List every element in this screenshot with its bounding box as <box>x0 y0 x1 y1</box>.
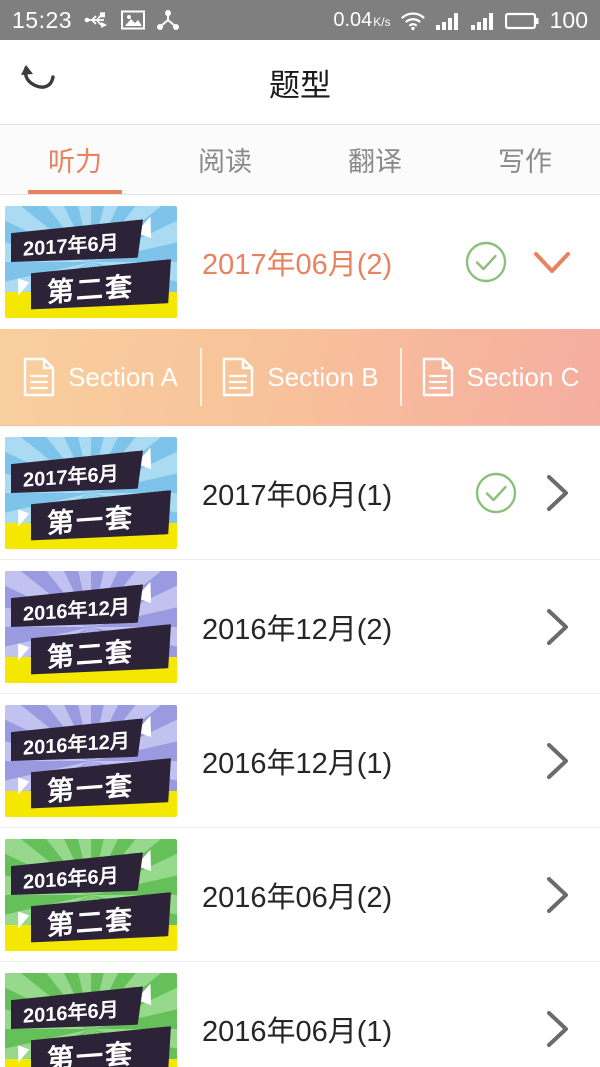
thumbnail-set: 第一套 <box>31 758 171 812</box>
thumbnail-set: 第一套 <box>31 490 171 544</box>
status-left-icons <box>84 9 180 31</box>
section-item-b[interactable]: Section B <box>200 357 400 397</box>
exam-row-actions <box>464 240 600 284</box>
exam-thumbnail: 2016年12月 第二套 <box>5 570 177 683</box>
signal-bars-icon <box>470 12 493 30</box>
data-rate: 0.04 K/s <box>333 9 390 32</box>
tab-bar: 听力 阅读 翻译 写作 <box>0 125 600 195</box>
exam-row[interactable]: 2016年12月 第二套 2016年12月(2) <box>0 560 600 694</box>
tab-writing[interactable]: 写作 <box>450 125 600 194</box>
document-icon <box>223 357 254 397</box>
chevron-right-icon <box>547 1010 568 1047</box>
data-rate-value: 0.04 <box>333 8 373 31</box>
exam-list: 2017年6月 第二套 2017年06月(2) Section A Section BS… <box>0 195 600 1067</box>
thumbnail-set: 第二套 <box>31 624 171 678</box>
signal-bars-icon <box>435 12 458 30</box>
thumbnail-year: 2016年6月 <box>11 852 143 899</box>
exam-row[interactable]: 2016年6月 第一套 2016年06月(1) <box>0 962 600 1067</box>
thumbnail-year: 2017年6月 <box>11 450 143 497</box>
exam-label: 2017年06月(2) <box>202 249 393 281</box>
exam-row-actions <box>474 739 600 783</box>
exam-row-actions <box>474 605 600 649</box>
check-placeholder <box>474 1007 518 1051</box>
thumbnail-set: 第二套 <box>31 892 171 946</box>
section-label: Section B <box>267 361 379 392</box>
document-icon <box>23 357 55 397</box>
tab-label: 听力 <box>48 147 102 177</box>
status-bar: 15:23 0.04 K/s 100 <box>0 0 600 40</box>
exam-thumbnail: 2017年6月 第二套 <box>5 206 177 318</box>
sections-strip: Section A Section B Section C <box>0 329 600 426</box>
exam-label: 2017年06月(1) <box>202 479 393 512</box>
exam-thumbnail: 2016年6月 第一套 <box>5 972 177 1067</box>
check-placeholder <box>474 605 518 649</box>
thumbnail-year: 2016年12月 <box>11 718 143 765</box>
thumbnail-year: 2016年12月 <box>11 584 143 631</box>
exam-label: 2016年06月(2) <box>202 881 393 914</box>
exam-thumbnail: 2016年12月 第一套 <box>5 704 177 817</box>
wifi-icon <box>401 12 425 30</box>
exam-row[interactable]: 2016年6月 第二套 2016年06月(2) <box>0 828 600 962</box>
share-node-icon <box>157 9 180 30</box>
thumbnail-year: 2016年6月 <box>11 986 143 1033</box>
exam-thumbnail: 2016年6月 第二套 <box>5 838 177 951</box>
section-item-c[interactable]: Section C <box>400 357 600 397</box>
exam-label: 2016年12月(1) <box>202 747 393 780</box>
thumbnail-year: 2017年6月 <box>11 219 143 266</box>
tab-label: 写作 <box>498 147 552 177</box>
back-arrow-icon <box>21 65 55 89</box>
usb-icon <box>84 12 108 28</box>
status-right-icons: 0.04 K/s 100 <box>333 7 588 34</box>
title-bar: 题型 <box>0 40 600 125</box>
thumbnail-set: 第二套 <box>31 259 171 313</box>
chevron-right-icon <box>547 876 568 913</box>
tab-label: 翻译 <box>348 147 402 177</box>
exam-row-actions <box>474 1007 600 1051</box>
tab-translation[interactable]: 翻译 <box>300 125 450 194</box>
exam-thumbnail: 2017年6月 第一套 <box>5 436 177 549</box>
page-title: 题型 <box>269 67 331 103</box>
thumbnail-set: 第一套 <box>31 1026 171 1067</box>
exam-row[interactable]: 2017年6月 第一套 2017年06月(1) <box>0 426 600 560</box>
section-label: Section C <box>466 361 580 392</box>
battery-level: 100 <box>549 6 588 33</box>
section-item-a[interactable]: Section A <box>0 357 200 397</box>
document-icon <box>422 357 453 397</box>
exam-label: 2016年06月(1) <box>202 1015 393 1048</box>
battery-icon <box>504 12 539 29</box>
back-button[interactable] <box>0 40 84 124</box>
exam-row[interactable]: 2016年12月 第一套 2016年12月(1) <box>0 694 600 828</box>
exam-row[interactable]: 2017年6月 第二套 2017年06月(2) <box>0 195 600 329</box>
completed-check-icon <box>465 241 507 283</box>
exam-label: 2016年12月(2) <box>202 613 393 646</box>
tab-label: 阅读 <box>198 147 252 177</box>
chevron-right-icon <box>547 608 568 645</box>
tab-reading[interactable]: 阅读 <box>150 125 300 194</box>
chevron-right-icon <box>547 474 568 511</box>
status-time: 15:23 <box>12 6 73 33</box>
tab-listening[interactable]: 听力 <box>0 125 150 194</box>
check-placeholder <box>474 739 518 783</box>
chevron-right-icon <box>547 742 568 779</box>
check-placeholder <box>474 873 518 917</box>
data-rate-unit: K/s <box>373 14 391 29</box>
completed-check-icon <box>475 472 517 513</box>
image-icon <box>121 10 146 30</box>
section-label: Section A <box>68 361 178 392</box>
chevron-down-icon <box>534 252 570 273</box>
exam-row-actions <box>474 873 600 917</box>
exam-row-actions <box>474 471 600 515</box>
